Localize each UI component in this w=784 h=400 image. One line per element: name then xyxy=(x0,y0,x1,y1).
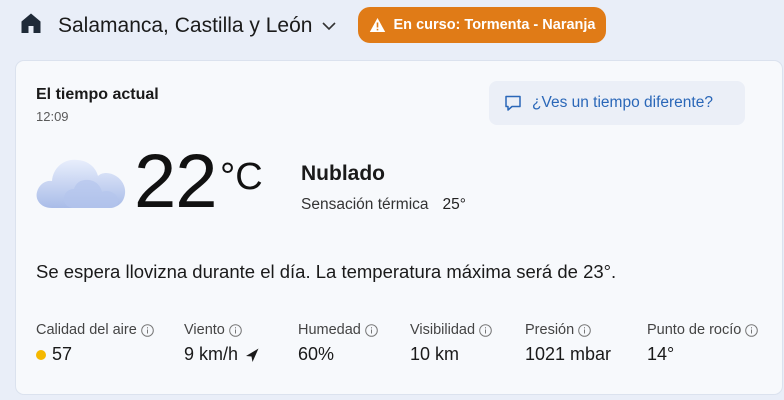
metric-value-wrap: 60% xyxy=(298,344,378,365)
metric-humidity[interactable]: Humedad 60% xyxy=(298,322,378,365)
warning-icon xyxy=(369,18,385,32)
metric-label: Viento xyxy=(184,322,225,338)
feels-like-value: 25° xyxy=(442,196,466,213)
metric-label: Visibilidad xyxy=(410,322,476,338)
metric-label: Presión xyxy=(525,322,575,338)
metric-air-quality[interactable]: Calidad del aire 57 xyxy=(36,322,154,365)
different-weather-label: ¿Ves un tiempo diferente? xyxy=(532,94,713,111)
metric-value: 9 km/h xyxy=(184,344,239,364)
wind-direction-icon xyxy=(246,348,259,362)
location-selector[interactable]: Salamanca, Castilla y León xyxy=(58,14,338,38)
current-weather-card: El tiempo actual 12:09 ¿Ves un tiempo di… xyxy=(16,61,782,394)
weather-summary: Se espera llovizna durante el día. La te… xyxy=(36,261,617,282)
info-icon[interactable] xyxy=(578,323,591,337)
info-icon[interactable] xyxy=(229,323,242,337)
metric-value: 57 xyxy=(52,344,73,364)
current-temperature: 22 xyxy=(134,139,218,224)
metric-pressure[interactable]: Presión 1021 mbar xyxy=(525,322,611,365)
metric-label-wrap: Visibilidad xyxy=(410,322,492,338)
info-icon[interactable] xyxy=(140,323,154,337)
metric-value: 14° xyxy=(647,344,675,364)
aqi-dot-icon xyxy=(36,349,46,360)
info-icon[interactable] xyxy=(365,323,378,337)
chevron-down-icon xyxy=(322,22,337,31)
metric-value-wrap: 57 xyxy=(36,344,154,365)
weather-alert-button[interactable]: En curso: Tormenta - Naranja xyxy=(358,7,606,43)
metric-visibility[interactable]: Visibilidad 10 km xyxy=(410,322,492,365)
metric-value-wrap: 9 km/h xyxy=(184,344,260,365)
temperature-unit: °C xyxy=(220,156,263,198)
location-name: Salamanca, Castilla y León xyxy=(58,14,313,37)
cloud-icon xyxy=(36,159,126,208)
top-bar: Salamanca, Castilla y León En curso: Tor… xyxy=(0,0,784,56)
different-weather-button[interactable]: ¿Ves un tiempo diferente? xyxy=(489,81,745,125)
metric-label-wrap: Humedad xyxy=(298,322,378,338)
alert-label: En curso: Tormenta - Naranja xyxy=(393,17,596,33)
metric-value: 60% xyxy=(298,344,335,364)
metric-value-wrap: 1021 mbar xyxy=(525,344,611,365)
metric-wind[interactable]: Viento 9 km/h xyxy=(184,322,260,365)
metric-label: Humedad xyxy=(298,322,361,338)
metric-label-wrap: Calidad del aire xyxy=(36,322,154,338)
metric-value: 1021 mbar xyxy=(525,344,612,364)
info-icon[interactable] xyxy=(479,323,492,337)
condition-text: Nublado xyxy=(301,162,385,185)
metric-label: Punto de rocío xyxy=(647,322,742,338)
observation-time: 12:09 xyxy=(36,109,69,124)
info-icon[interactable] xyxy=(745,323,759,337)
metric-label-wrap: Punto de rocío xyxy=(647,322,759,338)
home-icon[interactable] xyxy=(19,11,43,35)
feels-like-label: Sensación térmica xyxy=(301,196,429,213)
metric-label: Calidad del aire xyxy=(36,322,137,338)
card-title: El tiempo actual xyxy=(36,86,159,103)
metric-dew-point[interactable]: Punto de rocío 14° xyxy=(647,322,759,365)
metric-value-wrap: 14° xyxy=(647,344,758,365)
metric-value: 10 km xyxy=(410,344,460,364)
metric-value-wrap: 10 km xyxy=(410,344,492,365)
metric-label-wrap: Viento xyxy=(184,322,260,338)
feels-like: Sensación térmica 25° xyxy=(301,196,466,214)
feedback-icon xyxy=(505,95,521,111)
metric-label-wrap: Presión xyxy=(525,322,611,338)
